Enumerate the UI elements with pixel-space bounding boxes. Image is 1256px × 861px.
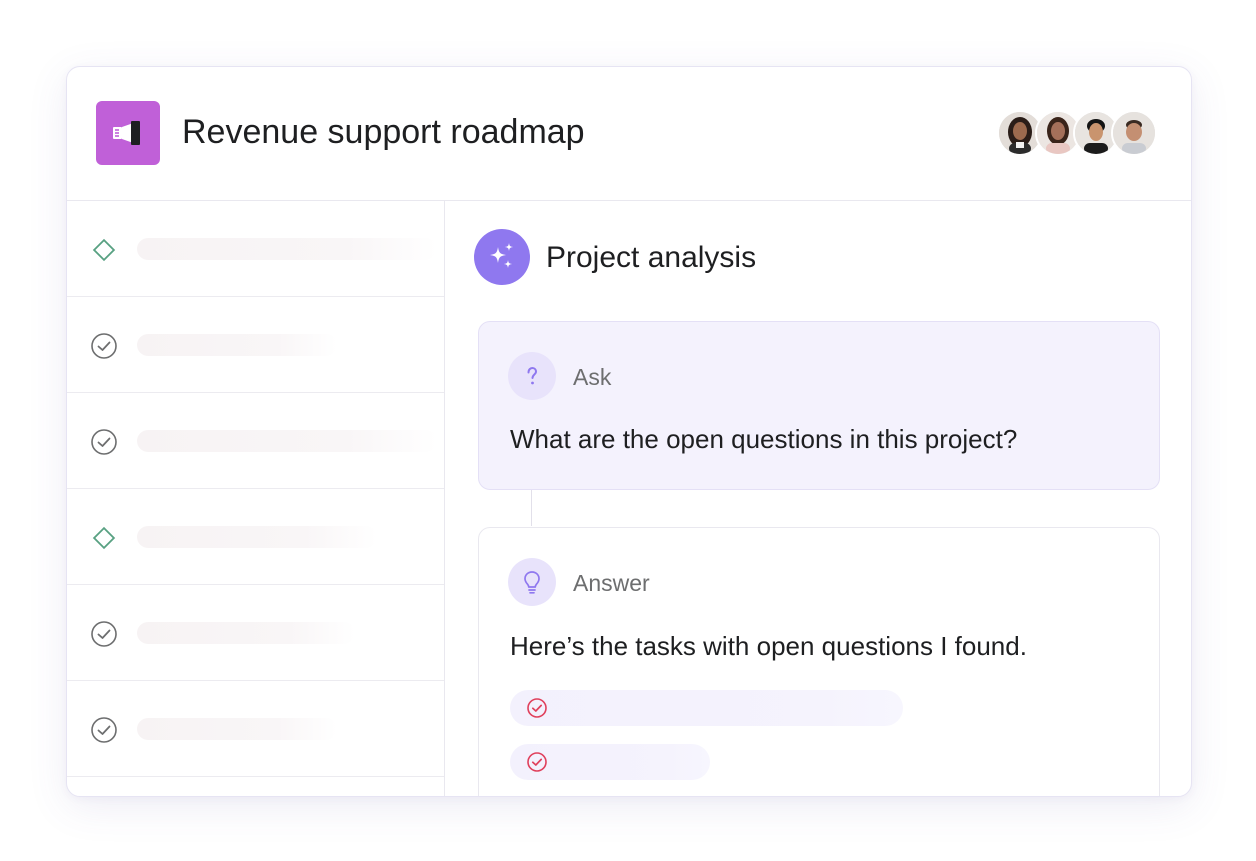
thread-connector: [531, 490, 532, 526]
check-circle-icon[interactable]: [526, 697, 548, 719]
analysis-panel: Project analysis Ask What are the open q…: [445, 201, 1191, 796]
answer-text: Here’s the tasks with open questions I f…: [510, 631, 1027, 661]
check-circle-icon[interactable]: [90, 428, 118, 456]
page-title: Revenue support roadmap: [182, 113, 585, 151]
result-task-pill[interactable]: [510, 744, 710, 780]
project-header: Revenue support roadmap: [67, 67, 1191, 201]
member-avatars[interactable]: [997, 110, 1157, 156]
lightbulb-icon: [508, 558, 556, 606]
task-row[interactable]: [67, 297, 444, 393]
analysis-title: Project analysis: [546, 241, 757, 274]
milestone-diamond-icon: [92, 238, 116, 262]
ask-card: Ask What are the open questions in this …: [478, 321, 1160, 490]
check-circle-icon[interactable]: [90, 716, 118, 744]
question-mark-icon: [508, 352, 556, 400]
task-name-placeholder: [137, 526, 377, 548]
task-row[interactable]: [67, 585, 444, 681]
answer-card: Answer Here’s the tasks with open questi…: [478, 527, 1160, 796]
milestone-diamond-icon: [92, 526, 116, 550]
ask-question: What are the open questions in this proj…: [510, 424, 1018, 454]
task-name-placeholder: [137, 430, 437, 452]
megaphone-icon[interactable]: [96, 101, 160, 165]
avatar[interactable]: [1111, 110, 1157, 156]
check-circle-icon[interactable]: [526, 751, 548, 773]
task-row[interactable]: [67, 201, 444, 297]
task-name-placeholder: [137, 718, 337, 740]
task-row[interactable]: [67, 489, 444, 585]
task-row[interactable]: [67, 393, 444, 489]
answer-label: Answer: [573, 570, 650, 596]
check-circle-icon[interactable]: [90, 332, 118, 360]
result-task-pill[interactable]: [510, 690, 903, 726]
task-list: [67, 201, 445, 796]
project-card: Revenue support roadmap Project analysis…: [66, 66, 1192, 797]
task-name-placeholder: [137, 238, 437, 260]
ask-label: Ask: [573, 364, 612, 390]
task-name-placeholder: [137, 334, 337, 356]
check-circle-icon[interactable]: [90, 620, 118, 648]
task-row[interactable]: [67, 681, 444, 777]
sparkle-icon: [474, 229, 530, 285]
task-name-placeholder: [137, 622, 355, 644]
